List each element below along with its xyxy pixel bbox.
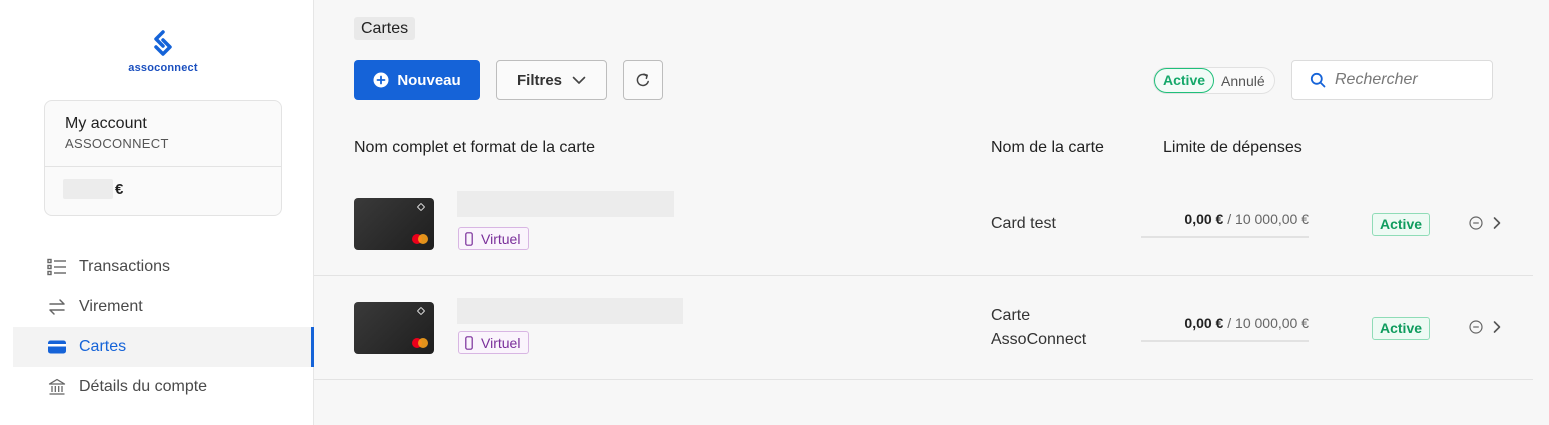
transfer-arrows-icon: [47, 297, 67, 317]
spent-amount: 0,00 €: [1184, 211, 1224, 227]
phone-icon: [465, 335, 473, 350]
format-badge: Virtuel: [458, 331, 530, 354]
sidebar-item-label: Détails du compte: [79, 378, 208, 395]
cardholder-name-hidden: [457, 298, 683, 324]
search-icon: [1310, 72, 1326, 88]
logo-text: assoconnect: [128, 62, 198, 74]
status-toggle: Active Annulé: [1153, 67, 1275, 94]
toggle-active-option[interactable]: Active: [1154, 68, 1215, 93]
minus-circle-icon[interactable]: [1469, 216, 1483, 230]
card-name: Card test: [991, 215, 1056, 232]
mastercard-icon: [412, 338, 428, 348]
sidebar-item-label: Cartes: [79, 338, 127, 355]
sidebar-item-cartes[interactable]: Cartes: [13, 327, 314, 367]
sidebar-item-virement[interactable]: Virement: [13, 287, 314, 327]
account-card[interactable]: My account ASSOCONNECT €: [44, 100, 282, 216]
balance-hidden: [63, 179, 113, 199]
column-header-card: Nom complet et format de la carte: [354, 139, 595, 156]
format-label: Virtuel: [481, 230, 521, 247]
balance-currency: €: [115, 180, 124, 198]
bank-icon: [47, 377, 67, 397]
minus-circle-icon[interactable]: [1469, 320, 1483, 334]
chevron-right-icon[interactable]: [1493, 216, 1501, 230]
toggle-cancelled-option[interactable]: Annulé: [1214, 73, 1265, 89]
credit-card-icon: [47, 337, 67, 357]
sidebar-item-details[interactable]: Détails du compte: [13, 367, 314, 407]
chevron-down-icon: [572, 76, 586, 84]
list-icon: [47, 257, 67, 277]
chevron-right-icon[interactable]: [1493, 320, 1501, 334]
cardholder-name-hidden: [457, 191, 674, 217]
sidebar-nav: Transactions Virement Cartes Détails du …: [13, 247, 314, 407]
card-name: Carte AssoConnect: [991, 307, 1087, 348]
plus-circle-icon: [373, 72, 389, 88]
card-thumbnail: [354, 302, 434, 354]
format-label: Virtuel: [481, 334, 521, 351]
account-subtitle: ASSOCONNECT: [65, 136, 169, 151]
column-header-limit: Limite de dépenses: [1163, 139, 1302, 156]
limit-amount: / 10 000,00 €: [1227, 211, 1309, 227]
breadcrumb: Cartes: [354, 17, 416, 40]
logo-icon: [154, 30, 172, 56]
account-title: My account: [65, 115, 147, 132]
search-box: [1291, 60, 1493, 100]
mastercard-icon: [412, 234, 428, 244]
assoconnect-logo[interactable]: assoconnect: [120, 30, 206, 74]
status-badge: Active: [1372, 317, 1431, 340]
new-card-label: Nouveau: [397, 71, 461, 89]
limit-amount: / 10 000,00 €: [1227, 315, 1309, 331]
phone-icon: [465, 231, 473, 246]
column-header-name: Nom de la carte: [991, 139, 1104, 156]
filters-label: Filtres: [516, 71, 562, 89]
refresh-icon: [636, 73, 649, 87]
sidebar: assoconnect My account ASSOCONNECT € Tra…: [0, 0, 314, 425]
search-input[interactable]: [1335, 71, 1485, 89]
new-card-button[interactable]: Nouveau: [354, 60, 480, 100]
card-brand-mark: [416, 306, 426, 316]
spent-amount: 0,00 €: [1184, 315, 1224, 331]
format-badge: Virtuel: [458, 227, 530, 250]
sidebar-item-label: Transactions: [79, 258, 170, 275]
card-thumbnail: [354, 198, 434, 250]
sidebar-item-transactions[interactable]: Transactions: [13, 247, 314, 287]
table-row[interactable]: Virtuel Carte AssoConnect 0,00 € / 10 00…: [314, 276, 1533, 380]
status-badge: Active: [1372, 213, 1431, 236]
sidebar-item-label: Virement: [79, 298, 143, 315]
spending-limit: 0,00 € / 10 000,00 €: [1141, 315, 1309, 342]
filters-button[interactable]: Filtres: [496, 60, 607, 100]
refresh-button[interactable]: [623, 60, 663, 100]
card-brand-mark: [416, 202, 426, 212]
table-row[interactable]: Virtuel Card test 0,00 € / 10 000,00 € A…: [314, 172, 1533, 276]
spending-limit: 0,00 € / 10 000,00 €: [1141, 211, 1309, 238]
